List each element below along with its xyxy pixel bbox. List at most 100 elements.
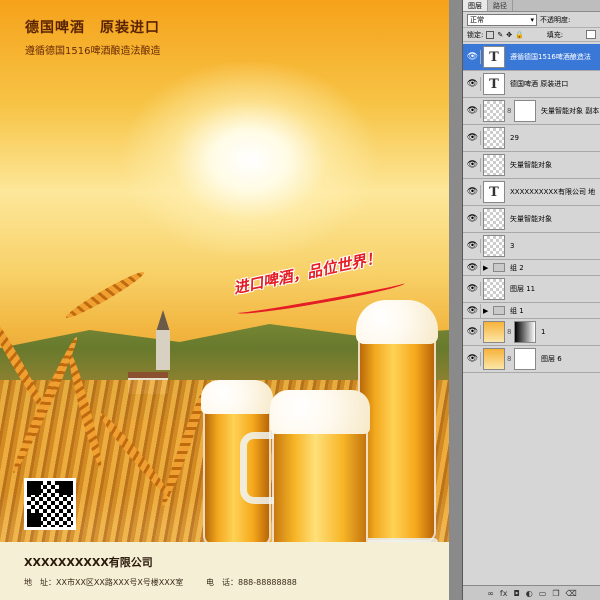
poster-title-block: 德国啤酒 原装进口 遵循德国1516啤酒酿造法酿造 [25, 17, 160, 57]
lock-transparency-icon[interactable] [486, 30, 495, 39]
chain-link-icon[interactable]: 8 [507, 328, 512, 336]
opacity-label: 不透明度: [540, 15, 571, 24]
beer-mug-center [240, 390, 370, 566]
visibility-eye-icon[interactable]: 👁 [465, 50, 481, 64]
visibility-eye-icon[interactable]: 👁 [465, 303, 481, 318]
layer-row[interactable]: 👁 T 遵循德国1516啤酒酿造法 [463, 44, 600, 71]
layer-row[interactable]: 👁 矢量智能对象 [463, 206, 600, 233]
fill-field[interactable] [586, 30, 596, 39]
layer-name: 组 2 [510, 263, 524, 272]
church-spire [156, 310, 170, 332]
document-canvas[interactable]: 德国啤酒 原装进口 遵循德国1516啤酒酿造法酿造 进口啤酒，品位世界！ XXX… [0, 0, 462, 600]
expand-triangle-icon[interactable]: ▶ [483, 264, 491, 272]
layer-name: 1 [541, 328, 546, 336]
layer-mask-thumbnail[interactable] [514, 348, 536, 370]
text-layer-thumbnail: T [483, 73, 505, 95]
lock-label: 锁定: [467, 30, 484, 39]
visibility-eye-icon[interactable]: 👁 [465, 212, 481, 226]
visibility-eye-icon[interactable]: 👁 [465, 104, 481, 118]
layer-row[interactable]: 👁 ▶ 组 2 [463, 260, 600, 276]
layer-name: 图层 6 [541, 355, 562, 363]
layer-name: 3 [510, 242, 515, 250]
company-address: 地 址：XX市XX区XX路XXX号X号楼XXX室 [24, 578, 184, 587]
layer-row[interactable]: 👁 T 德国啤酒 原装进口 [463, 71, 600, 98]
layer-name: 遵循德国1516啤酒酿造法 [510, 53, 591, 61]
tab-paths[interactable]: 路径 [488, 0, 513, 11]
layer-name: XXXXXXXXXX有限公司 地 [510, 188, 596, 196]
adjustment-icon[interactable]: ◐ [526, 589, 533, 598]
wheat-stalk [63, 268, 147, 322]
folder-icon [493, 263, 505, 272]
layer-row[interactable]: 👁 图层 11 [463, 276, 600, 303]
layer-name: 图层 11 [510, 285, 536, 293]
blend-mode-row: 正常 ▾ 不透明度: [463, 12, 600, 28]
smart-object-thumbnail [483, 208, 505, 230]
blend-mode-select[interactable]: 正常 ▾ [467, 13, 537, 26]
photoshop-window: 德国啤酒 原装进口 遵循德国1516啤酒酿造法酿造 进口啤酒，品位世界！ XXX… [0, 0, 600, 600]
fx-icon[interactable]: fx [500, 589, 508, 598]
visibility-eye-icon[interactable]: 👁 [465, 239, 481, 253]
mask-icon[interactable]: ◘ [513, 589, 519, 598]
layer-name: 组 1 [510, 306, 524, 315]
link-icon[interactable]: ∞ [487, 589, 494, 598]
layer-mask-thumbnail[interactable] [514, 100, 536, 122]
layer-row[interactable]: 👁 3 [463, 233, 600, 260]
lock-move-icon[interactable]: ✥ [506, 31, 512, 39]
visibility-eye-icon[interactable]: 👁 [465, 158, 481, 172]
poster-title: 德国啤酒 原装进口 [25, 20, 160, 36]
visibility-eye-icon[interactable]: 👁 [465, 185, 481, 199]
layer-thumbnail [483, 127, 505, 149]
layer-row[interactable]: 👁 矢量智能对象 [463, 152, 600, 179]
folder-icon [493, 306, 505, 315]
layer-row[interactable]: 👁 8 矢量智能对象 副本 [463, 98, 600, 125]
poster-footer [0, 542, 449, 600]
layer-row[interactable]: 👁 T XXXXXXXXXX有限公司 地 [463, 179, 600, 206]
text-layer-thumbnail: T [483, 181, 505, 203]
qr-pattern [27, 481, 73, 527]
layer-row[interactable]: 👁 8 图层 6 [463, 346, 600, 373]
layer-name: 29 [510, 134, 519, 142]
visibility-eye-icon[interactable]: 👁 [465, 282, 481, 296]
layer-thumbnail [483, 278, 505, 300]
layer-thumbnail [483, 235, 505, 257]
trash-icon[interactable]: ⌫ [565, 589, 576, 598]
beer-foam [356, 300, 438, 344]
layer-list: 👁 T 遵循德国1516啤酒酿造法 👁 T 德国啤酒 原装进口 👁 8 矢量智能对象 副本 👁 29… [463, 44, 600, 585]
tab-layers[interactable]: 图层 [463, 0, 488, 11]
new-layer-icon[interactable]: ❐ [552, 589, 559, 598]
photo-thumbnail [483, 348, 505, 370]
layer-name: 矢量智能对象 [510, 215, 552, 223]
chevron-down-icon: ▾ [530, 15, 534, 24]
layer-row[interactable]: 👁 8 1 [463, 319, 600, 346]
visibility-eye-icon[interactable]: 👁 [465, 325, 481, 339]
beer-foam [270, 390, 370, 434]
blend-mode-value: 正常 [470, 15, 484, 24]
lock-paint-icon[interactable]: ✎ [497, 31, 503, 39]
panel-bottom-bar: ∞ fx ◘ ◐ ▭ ❐ ⌫ [463, 585, 600, 600]
poster-subtitle: 遵循德国1516啤酒酿造法酿造 [25, 46, 161, 57]
fill-label: 填充: [546, 30, 564, 39]
layer-thumbnail [483, 154, 505, 176]
layer-name: 矢量智能对象 [510, 161, 552, 169]
company-phone: 电 话：888-88888888 [206, 578, 297, 587]
visibility-eye-icon[interactable]: 👁 [465, 260, 481, 275]
lock-row: 锁定: ✎ ✥ 🔒 填充: [463, 28, 600, 42]
text-layer-thumbnail: T [483, 46, 505, 68]
visibility-eye-icon[interactable]: 👁 [465, 131, 481, 145]
layer-row[interactable]: 👁 ▶ 组 1 [463, 303, 600, 319]
mug-handle [240, 432, 274, 504]
panel-tabs: 图层 路径 [463, 0, 600, 12]
visibility-eye-icon[interactable]: 👁 [465, 352, 481, 366]
lock-all-icon[interactable]: 🔒 [515, 31, 524, 39]
canvas-gutter [449, 0, 462, 600]
expand-triangle-icon[interactable]: ▶ [483, 307, 491, 315]
beer-foam [201, 380, 273, 414]
folder-icon[interactable]: ▭ [539, 589, 547, 598]
company-name: XXXXXXXXXX有限公司 [24, 556, 153, 569]
chain-link-icon[interactable]: 8 [507, 107, 512, 115]
visibility-eye-icon[interactable]: 👁 [465, 77, 481, 91]
chain-link-icon[interactable]: 8 [507, 355, 512, 363]
layer-row[interactable]: 👁 29 [463, 125, 600, 152]
layer-name: 德国啤酒 原装进口 [510, 80, 569, 88]
layer-mask-thumbnail[interactable] [514, 321, 536, 343]
